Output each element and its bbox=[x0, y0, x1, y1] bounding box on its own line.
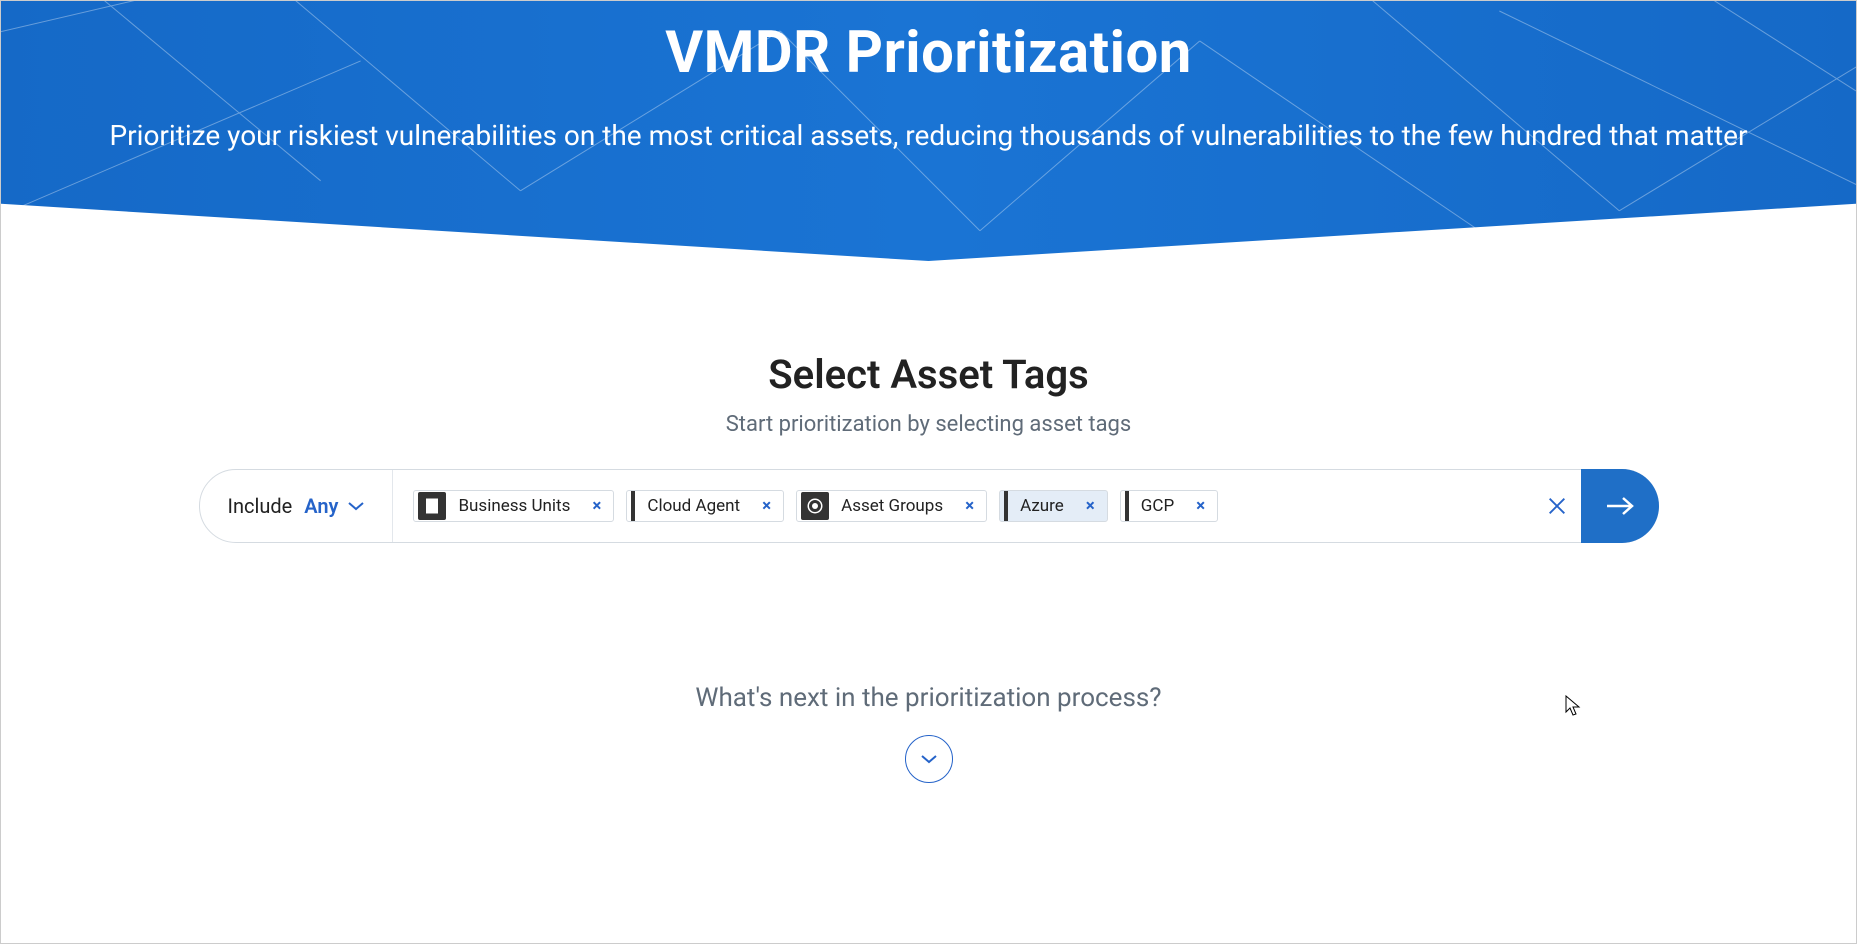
include-label: Include bbox=[228, 494, 293, 518]
tag-remove-button[interactable]: × bbox=[754, 496, 779, 516]
tag-label: Cloud Agent bbox=[643, 496, 746, 516]
page-subtitle: Prioritize your riskiest vulnerabilities… bbox=[1, 117, 1856, 155]
select-asset-tags-heading: Select Asset Tags bbox=[1, 351, 1856, 398]
tag-label: Asset Groups bbox=[837, 496, 949, 516]
include-mode-dropdown[interactable]: Include Any bbox=[200, 470, 394, 542]
building-icon bbox=[418, 492, 446, 520]
target-icon bbox=[801, 492, 829, 520]
close-icon bbox=[1546, 495, 1568, 517]
tag-label: Azure bbox=[1016, 496, 1070, 516]
tag-remove-button[interactable]: × bbox=[584, 496, 609, 516]
tag-asset-groups[interactable]: Asset Groups × bbox=[796, 490, 987, 522]
tag-cloud-agent[interactable]: Cloud Agent × bbox=[626, 490, 784, 522]
chevron-down-icon bbox=[921, 754, 937, 764]
tag-remove-button[interactable]: × bbox=[1188, 496, 1213, 516]
tag-remove-button[interactable]: × bbox=[1078, 496, 1103, 516]
tag-stripe bbox=[631, 491, 635, 521]
select-asset-tags-subheading: Start prioritization by selecting asset … bbox=[1, 412, 1856, 437]
tag-stripe bbox=[1004, 491, 1008, 521]
include-mode-value: Any bbox=[304, 494, 338, 518]
expand-whats-next-button[interactable] bbox=[905, 735, 953, 783]
whats-next-prompt: What's next in the prioritization proces… bbox=[1, 683, 1856, 713]
submit-button[interactable] bbox=[1581, 469, 1659, 543]
clear-tags-button[interactable] bbox=[1537, 486, 1577, 526]
tag-label: Business Units bbox=[454, 496, 576, 516]
tag-business-units[interactable]: Business Units × bbox=[413, 490, 614, 522]
selected-tags: Business Units × Cloud Agent × Asset Gro… bbox=[393, 490, 1536, 522]
page-title: VMDR Prioritization bbox=[1, 19, 1856, 87]
tag-label: GCP bbox=[1137, 496, 1180, 516]
tag-stripe bbox=[1125, 491, 1129, 521]
chevron-down-icon bbox=[348, 501, 364, 511]
tag-gcp[interactable]: GCP × bbox=[1120, 490, 1218, 522]
asset-tag-bar: Include Any Business Units × Cloud Agent… bbox=[199, 469, 1659, 543]
hero-banner: VMDR Prioritization Prioritize your risk… bbox=[1, 1, 1856, 261]
arrow-right-icon bbox=[1605, 495, 1635, 517]
tag-remove-button[interactable]: × bbox=[957, 496, 982, 516]
tag-azure[interactable]: Azure × bbox=[999, 490, 1108, 522]
